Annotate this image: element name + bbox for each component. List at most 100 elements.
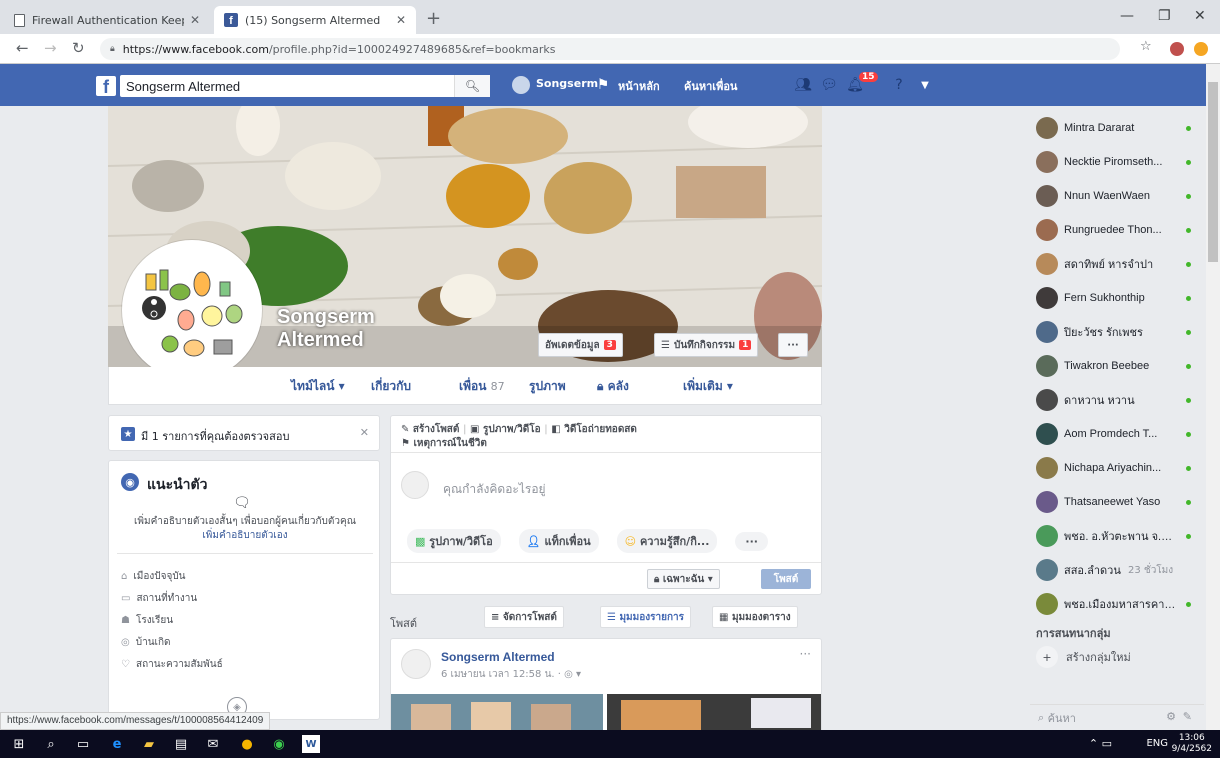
intro-item[interactable]: ♡ สถานะความสัมพันธ์ <box>121 657 223 672</box>
messenger-icon[interactable]: 💬︎ <box>820 76 838 94</box>
intro-item[interactable]: ⌂ เมืองปัจจุบัน <box>121 569 186 584</box>
close-tab-icon[interactable]: ✕ <box>396 13 406 27</box>
post-timestamp[interactable]: 6 เมษายน เวลา 12:58 น. · ◎ ▾ <box>441 667 581 682</box>
home-link[interactable]: หน้าหลัก <box>618 77 660 95</box>
chat-friend-item[interactable]: ดาหวาน หวาน <box>1030 384 1204 416</box>
chat-friend-item[interactable]: Necktie Piromseth... <box>1030 146 1204 178</box>
new-message-icon[interactable]: ✎ <box>1183 710 1192 723</box>
restore-button[interactable]: ❐ <box>1158 8 1171 24</box>
chat-friend-item[interactable]: ปิยะวัชร รักเพชร <box>1030 316 1204 348</box>
create-group-button[interactable]: + สร้างกลุ่มใหม่ <box>1036 646 1131 668</box>
live-video-tab[interactable]: วิดีโอถ่ายทอดสด <box>564 424 637 435</box>
input-language[interactable]: ENG <box>1146 738 1168 749</box>
intro-item[interactable]: ▭ สถานที่ทำงาน <box>121 591 197 606</box>
reload-icon[interactable]: ↻ <box>72 39 85 57</box>
chrome-icon[interactable]: ● <box>238 735 256 753</box>
chat-friend-item[interactable]: พชอ. อ.หัวตะพาน จ.อำน... <box>1030 520 1204 552</box>
search-icon[interactable]: 🔍︎ <box>454 75 490 97</box>
url-field[interactable]: 🔒︎ https://www.facebook.com /profile.php… <box>100 38 1120 60</box>
file-explorer-icon[interactable]: ▰ <box>140 735 158 753</box>
forward-arrow-icon[interactable]: → <box>44 39 57 57</box>
intro-item[interactable]: ◎ บ้านเกิด <box>121 635 171 650</box>
profile-name[interactable]: Songserm Altermed <box>277 306 375 352</box>
post-button[interactable]: โพสต์ <box>761 569 811 589</box>
chat-friend-item[interactable]: Nichapa Ariyachin... <box>1030 452 1204 484</box>
add-bio-link[interactable]: เพิ่มคำอธิบายตัวเอง <box>117 529 373 543</box>
list-view-button[interactable]: ☰ มุมมองรายการ <box>600 606 692 628</box>
tab-friends[interactable]: เพื่อน 87 <box>459 377 505 396</box>
facebook-logo-icon[interactable]: f <box>96 76 116 96</box>
friend-requests-icon[interactable]: 👥︎ <box>794 76 812 94</box>
chat-friend-item[interactable]: Rungruedee Thon... <box>1030 214 1204 246</box>
line-app-icon[interactable]: ◉ <box>270 735 288 753</box>
manage-posts-button[interactable]: ≡ จัดการโพสต์ <box>484 606 564 628</box>
photo-video-tab[interactable]: รูปภาพ/วิดีโอ <box>483 424 541 435</box>
windows-start-icon[interactable]: ⊞ <box>10 735 28 753</box>
extension-icon[interactable] <box>1194 42 1208 56</box>
life-event-row[interactable]: ⚑ เหตุการณ์ในชีวิต <box>401 436 487 451</box>
more-options-button[interactable]: ··· <box>778 333 808 357</box>
help-icon[interactable]: ? <box>890 76 908 94</box>
close-window-button[interactable]: ✕ <box>1194 8 1206 24</box>
chat-friend-item[interactable]: สสอ.ลำดวน 23 ชั่วโมง <box>1030 554 1204 586</box>
back-arrow-icon[interactable]: ← <box>16 39 29 57</box>
chat-friend-item[interactable]: พชอ.เมืองมหาสารคาม จ... <box>1030 588 1204 620</box>
browser-tab-facebook[interactable]: f (15) Songserm Altermed ✕ <box>214 6 416 34</box>
facebook-search-input[interactable]: Songserm Altermed 🔍︎ <box>120 75 490 97</box>
taskbar-clock[interactable]: 13:06 9/4/2562 <box>1172 733 1212 755</box>
tag-friends-button[interactable]: 👤︎ แท็กเพื่อน <box>518 529 599 553</box>
privacy-selector[interactable]: 🔒︎ เฉพาะฉัน ▾ <box>647 569 720 589</box>
page-scrollbar[interactable] <box>1206 64 1220 730</box>
chat-friend-item[interactable]: Mintra Dararat <box>1030 112 1204 144</box>
photo-video-button[interactable]: ▩ รูปภาพ/วิดีโอ <box>407 529 501 553</box>
post-author[interactable]: Songserm Altermed <box>441 650 555 664</box>
chevron-down-icon[interactable]: ▼ <box>916 76 934 94</box>
profile-avatar-icon[interactable] <box>1170 42 1184 56</box>
profile-picture[interactable] <box>122 240 262 380</box>
chat-friend-item[interactable]: สดาทิพย์ หารจำปา <box>1030 248 1204 280</box>
chat-friend-item[interactable]: Thatsaneewet Yaso <box>1030 486 1204 518</box>
post-photo[interactable] <box>391 694 822 733</box>
tray-icons[interactable]: ⌃ ▭ <box>1089 737 1112 750</box>
tab-archive[interactable]: 🔒︎ คลัง <box>597 377 629 396</box>
tab-more[interactable]: เพิ่มเติม ▾ <box>683 377 733 396</box>
find-friends-link[interactable]: ค้นหาเพื่อน <box>684 77 737 95</box>
pending-review-card[interactable]: ★ มี 1 รายการที่คุณต้องตรวจสอบ ✕ <box>108 415 380 451</box>
activity-log-button[interactable]: ☰ บันทึกกิจกรรม 1 <box>654 333 759 357</box>
search-icon[interactable]: ⌕ <box>42 735 60 753</box>
pages-icon[interactable]: ⚑ <box>594 76 612 94</box>
update-info-button[interactable]: อัพเดตข้อมูล 3 <box>538 333 623 357</box>
grid-view-button[interactable]: ▦ มุมมองตาราง <box>712 606 798 628</box>
store-icon[interactable]: ▤ <box>172 735 190 753</box>
tab-about[interactable]: เกี่ยวกับ <box>371 377 411 396</box>
settings-icon[interactable]: ⚙ <box>1166 710 1176 723</box>
chat-friend-item[interactable]: Tiwakron Beebee <box>1030 350 1204 382</box>
post-options-button[interactable]: ··· <box>800 647 811 661</box>
word-icon[interactable]: W <box>302 735 320 753</box>
tab-photos[interactable]: รูปภาพ <box>529 377 566 396</box>
browser-tab-firewall[interactable]: Firewall Authentication Keepalive ✕ <box>4 6 210 34</box>
chat-search-input[interactable]: ⌕ ค้นหา ⚙ ✎ <box>1030 704 1204 730</box>
composer-input[interactable]: คุณกำลังคิดอะไรอยู่ <box>443 480 546 499</box>
new-tab-button[interactable]: + <box>426 8 441 29</box>
chat-friend-item[interactable]: Nnun WaenWaen <box>1030 180 1204 212</box>
mail-icon[interactable]: ✉ <box>204 735 222 753</box>
post-author-avatar[interactable] <box>401 649 431 679</box>
tab-timeline[interactable]: ไทม์ไลน์ ▾ <box>291 377 345 396</box>
close-icon[interactable]: ✕ <box>360 426 369 439</box>
feeling-button[interactable]: ☺ ความรู้สึก/กิ... <box>616 529 718 553</box>
minimize-button[interactable]: — <box>1120 8 1134 24</box>
more-actions-button[interactable]: ··· <box>735 531 768 551</box>
profile-avatar[interactable] <box>512 76 530 94</box>
scroll-thumb[interactable] <box>1208 82 1218 262</box>
bookmark-star-icon[interactable]: ☆ <box>1140 39 1152 54</box>
create-post-tab[interactable]: สร้างโพสต์ <box>413 424 460 435</box>
chat-friend-item[interactable]: Aom Promdech T... <box>1030 418 1204 450</box>
globe-icon: ◉ <box>121 473 139 491</box>
edge-browser-icon[interactable]: e <box>108 735 126 753</box>
chat-friend-item[interactable]: Fern Sukhonthip <box>1030 282 1204 314</box>
profile-name-link[interactable]: Songserm <box>536 77 598 90</box>
close-tab-icon[interactable]: ✕ <box>190 13 200 27</box>
intro-item[interactable]: ☗ โรงเรียน <box>121 613 173 628</box>
task-view-icon[interactable]: ▭ <box>74 735 92 753</box>
